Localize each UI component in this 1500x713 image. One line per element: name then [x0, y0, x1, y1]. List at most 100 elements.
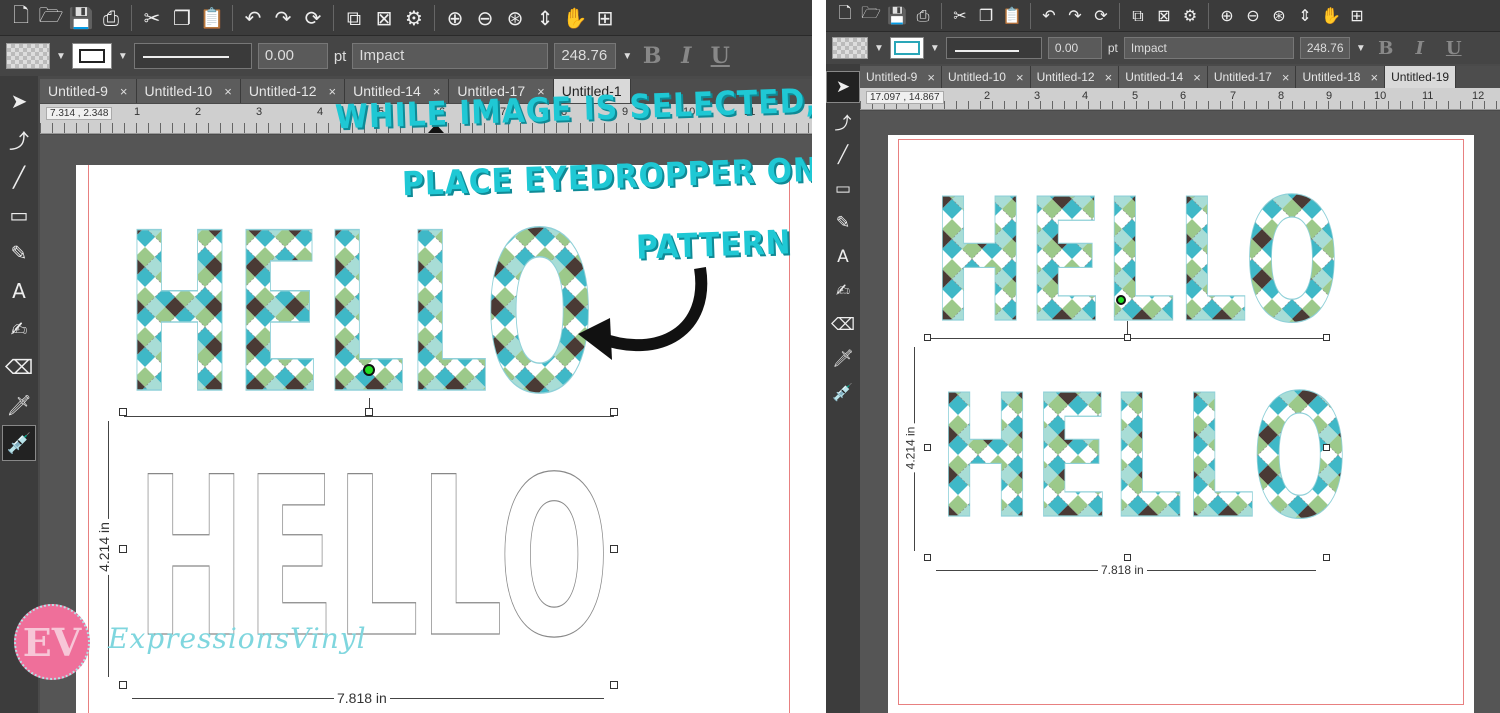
fill-swatch[interactable] [832, 37, 868, 59]
hello-patterned-text[interactable]: HELLO [931, 162, 1340, 361]
tab-untitled-9[interactable]: Untitled-9 × [860, 66, 942, 88]
open-folder-icon[interactable]: 🗁 [858, 3, 884, 29]
line-tool-icon[interactable]: ╱ [827, 140, 859, 170]
settings-icon[interactable]: ⚙ [1177, 3, 1203, 29]
zoom-fit-icon[interactable]: ⊛ [500, 3, 530, 33]
print-icon[interactable]: ⎙ [910, 3, 936, 29]
refresh-icon[interactable]: ⟳ [1088, 3, 1114, 29]
node-edit-icon[interactable]: ⤴ [3, 122, 35, 156]
close-icon[interactable]: × [1016, 70, 1024, 85]
knife-icon[interactable]: 🗡 [827, 344, 859, 374]
text-tool-icon[interactable]: A [3, 274, 35, 308]
close-icon[interactable]: × [1370, 70, 1378, 85]
resize-handle[interactable] [1124, 554, 1131, 561]
knife-icon[interactable]: 🗡 [3, 388, 35, 422]
tab-untitled-10[interactable]: Untitled-10 × [136, 79, 241, 103]
group-icon[interactable]: ⧉ [339, 3, 369, 33]
text-tool-icon[interactable]: A [827, 242, 859, 272]
line-width-field[interactable]: 0.00 [1047, 37, 1102, 59]
tab-untitled-17[interactable]: Untitled-17 × [1207, 66, 1297, 88]
copy-icon[interactable]: ❐ [167, 3, 197, 33]
image-edit-icon[interactable]: ✍ [827, 276, 859, 306]
tab-untitled-10[interactable]: Untitled-10 × [941, 66, 1031, 88]
zoom-fit-icon[interactable]: ⊛ [1266, 3, 1292, 29]
resize-handle[interactable] [610, 545, 618, 553]
cut-icon[interactable]: ✂ [947, 3, 973, 29]
zoom-in-icon[interactable]: ⊕ [1214, 3, 1240, 29]
rectangle-tool-icon[interactable]: ▭ [3, 198, 35, 232]
undo-icon[interactable]: ↶ [1036, 3, 1062, 29]
hello-filled-text[interactable]: HELLO [937, 358, 1348, 557]
fill-swatch[interactable] [6, 43, 50, 69]
hello-patterned-text[interactable]: HELLO [124, 185, 596, 443]
refresh-icon[interactable]: ⟳ [298, 3, 328, 33]
save-icon[interactable]: 💾 [884, 3, 910, 29]
close-icon[interactable]: × [927, 70, 935, 85]
resize-handle[interactable] [610, 408, 618, 416]
ungroup-icon[interactable]: ⊠ [369, 3, 399, 33]
tab-untitled-19[interactable]: Untitled-19 [1385, 66, 1457, 88]
new-document-icon[interactable]: 🗋 [832, 3, 858, 29]
tab-untitled-12[interactable]: Untitled-12 × [240, 79, 346, 103]
resize-handle[interactable] [119, 681, 127, 689]
resize-handle[interactable] [924, 444, 931, 451]
move-icon[interactable]: ⇕ [530, 3, 560, 33]
hello-patterned-art[interactable]: HELLO [931, 162, 1352, 361]
resize-handle[interactable] [365, 408, 373, 416]
settings-icon[interactable]: ⚙ [399, 3, 429, 33]
tab-untitled-9[interactable]: Untitled-9 × [40, 79, 137, 103]
redo-icon[interactable]: ↷ [1062, 3, 1088, 29]
zoom-out-icon[interactable]: ⊖ [1240, 3, 1266, 29]
underline-button[interactable]: U [706, 43, 734, 69]
resize-handle[interactable] [924, 334, 931, 341]
eraser-icon[interactable]: ⌫ [3, 350, 35, 384]
line-width-field[interactable]: 0.00 [257, 43, 328, 69]
cut-icon[interactable]: ✂ [137, 3, 167, 33]
line-tool-icon[interactable]: ╱ [3, 160, 35, 194]
eraser-icon[interactable]: ⌫ [827, 310, 859, 340]
pan-hand-icon[interactable]: ✋ [560, 3, 590, 33]
stroke-swatch[interactable] [71, 43, 112, 69]
close-icon[interactable]: × [1193, 70, 1201, 85]
font-size-field[interactable]: 248.76 [554, 43, 617, 69]
italic-button[interactable]: I [672, 43, 700, 69]
resize-handle[interactable] [1323, 444, 1330, 451]
ungroup-icon[interactable]: ⊠ [1151, 3, 1177, 29]
tab-untitled-14[interactable]: Untitled-14 × [1119, 66, 1208, 88]
eyedropper-icon[interactable]: 💉 [827, 378, 859, 408]
drawing-canvas[interactable]: HELLO HELLO 4.214 in 7.818 in [860, 111, 1500, 713]
font-family-select[interactable]: Impact [1123, 37, 1294, 59]
underline-button[interactable]: U [1440, 38, 1468, 59]
image-edit-icon[interactable]: ✍ [3, 312, 35, 346]
hello-patterned-art[interactable]: HELLO [124, 185, 605, 443]
hello-filled-art[interactable]: HELLO [937, 358, 1358, 557]
zoom-in-icon[interactable]: ⊕ [440, 3, 470, 33]
font-size-field[interactable]: 248.76 [1299, 37, 1350, 59]
resize-handle[interactable] [119, 408, 127, 416]
copy-icon[interactable]: ❐ [973, 3, 999, 29]
paste-icon[interactable]: 📋 [999, 3, 1025, 29]
select-tool-icon[interactable]: ➤ [826, 71, 860, 103]
close-icon[interactable]: × [329, 84, 337, 99]
chevron-down-icon[interactable]: ▼ [874, 43, 884, 54]
bold-button[interactable]: B [638, 43, 666, 69]
italic-button[interactable]: I [1406, 38, 1434, 59]
redo-icon[interactable]: ↷ [268, 3, 298, 33]
close-icon[interactable]: × [1105, 70, 1113, 85]
select-tool-icon[interactable]: ➤ [3, 84, 35, 118]
font-family-select[interactable]: Impact [352, 43, 549, 69]
stroke-swatch[interactable] [889, 37, 924, 59]
new-document-icon[interactable]: 🗋 [6, 3, 36, 33]
eyedropper-icon[interactable]: 💉 [2, 425, 36, 461]
resize-handle[interactable] [924, 554, 931, 561]
paste-icon[interactable]: 📋 [197, 3, 227, 33]
tab-untitled-18[interactable]: Untitled-18 × [1296, 66, 1386, 88]
chevron-down-icon[interactable]: ▼ [622, 51, 632, 62]
close-icon[interactable]: × [1282, 70, 1290, 85]
grid-icon[interactable]: ⊞ [1344, 3, 1370, 29]
zoom-out-icon[interactable]: ⊖ [470, 3, 500, 33]
resize-handle[interactable] [1323, 334, 1330, 341]
grid-icon[interactable]: ⊞ [590, 3, 620, 33]
rectangle-tool-icon[interactable]: ▭ [827, 174, 859, 204]
open-folder-icon[interactable]: 🗁 [36, 3, 66, 33]
